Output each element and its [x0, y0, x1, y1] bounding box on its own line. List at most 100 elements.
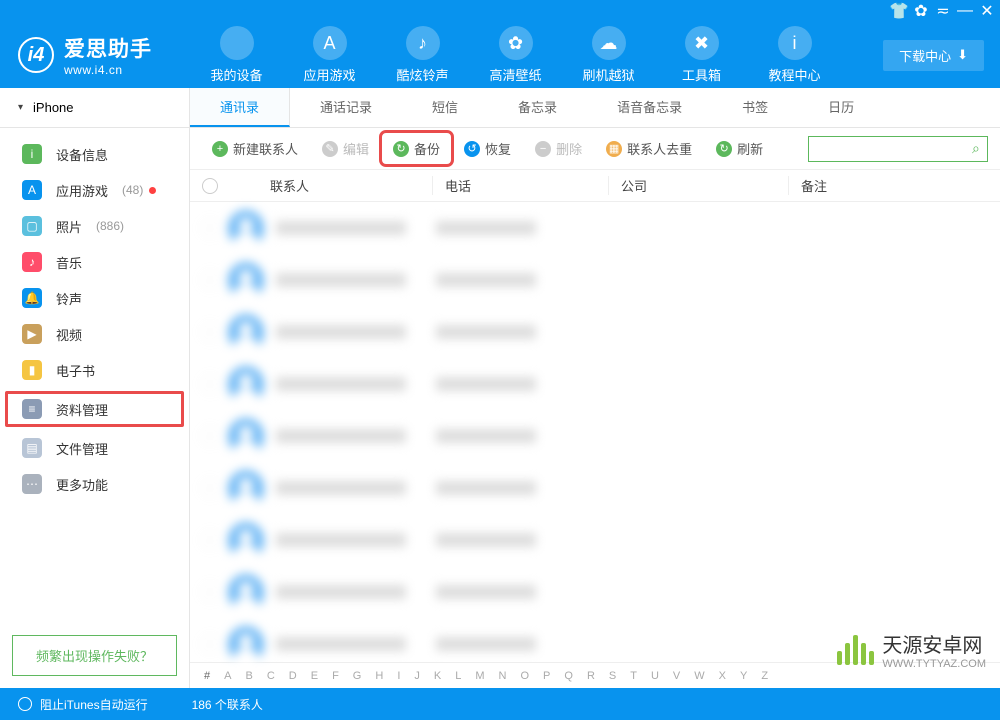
sidebar-item-4[interactable]: 🔔铃声	[0, 280, 189, 316]
tab-0[interactable]: 通讯录	[190, 88, 290, 127]
nav-1[interactable]: A应用游戏	[283, 22, 376, 88]
sidebar-item-8[interactable]: ▤文件管理	[0, 430, 189, 466]
alpha-P[interactable]: P	[543, 670, 550, 682]
table-body	[190, 202, 1000, 662]
alpha-K[interactable]: K	[434, 670, 441, 682]
alpha-G[interactable]: G	[353, 670, 362, 682]
download-icon: ⬇	[957, 47, 968, 63]
col-company[interactable]: 公司	[608, 176, 788, 195]
sidebar-item-7[interactable]: ≡资料管理	[5, 391, 184, 427]
dropdown-icon[interactable]: ≂	[936, 4, 950, 18]
alpha-Y[interactable]: Y	[740, 670, 747, 682]
alpha-N[interactable]: N	[499, 670, 507, 682]
faq-link[interactable]: 频繁出现操作失败？	[12, 635, 177, 676]
notification-dot	[149, 187, 156, 194]
sidebar-item-0[interactable]: i设备信息	[0, 136, 189, 172]
nav-2[interactable]: ♪ 酷炫铃声	[376, 22, 469, 88]
alpha-Q[interactable]: Q	[564, 670, 573, 682]
tab-2[interactable]: 短信	[402, 88, 488, 127]
tool-2[interactable]: ↻备份	[383, 134, 450, 163]
nav-icon: ☁	[592, 26, 626, 60]
alpha-R[interactable]: R	[587, 670, 595, 682]
alpha-M[interactable]: M	[475, 670, 484, 682]
table-row[interactable]	[190, 566, 1000, 618]
sidebar-item-3[interactable]: ♪音乐	[0, 244, 189, 280]
nav-icon: ♪	[406, 26, 440, 60]
sidebar-item-9[interactable]: ⋯更多功能	[0, 466, 189, 502]
search-box[interactable]: ⌕	[808, 136, 988, 162]
row-checkbox[interactable]	[202, 532, 218, 548]
tool-5[interactable]: ▦联系人去重	[596, 134, 702, 163]
sidebar-icon: i	[22, 144, 42, 164]
search-input[interactable]	[817, 142, 972, 156]
alpha-O[interactable]: O	[520, 670, 529, 682]
close-icon[interactable]: ✕	[980, 4, 994, 18]
device-selector[interactable]: iPhone	[0, 88, 189, 128]
tab-1[interactable]: 通话记录	[290, 88, 402, 127]
minimize-icon[interactable]: —	[958, 4, 972, 18]
download-center-button[interactable]: 下载中心 ⬇	[883, 40, 984, 71]
sidebar-item-5[interactable]: ▶视频	[0, 316, 189, 352]
nav-3[interactable]: ✿高清壁纸	[469, 22, 562, 88]
nav-5[interactable]: ✖工具箱	[655, 22, 748, 88]
alpha-X[interactable]: X	[719, 670, 726, 682]
alpha-V[interactable]: V	[673, 670, 680, 682]
gear-icon[interactable]: ✿	[914, 4, 928, 18]
tool-3[interactable]: ↺恢复	[454, 134, 521, 163]
row-checkbox[interactable]	[202, 324, 218, 340]
table-row[interactable]	[190, 410, 1000, 462]
row-checkbox[interactable]	[202, 220, 218, 236]
alpha-S[interactable]: S	[609, 670, 616, 682]
alpha-W[interactable]: W	[694, 670, 704, 682]
avatar	[228, 522, 264, 558]
row-checkbox[interactable]	[202, 636, 218, 652]
tab-5[interactable]: 书签	[712, 88, 798, 127]
alpha-H[interactable]: H	[375, 670, 383, 682]
nav-0[interactable]: 我的设备	[190, 22, 283, 88]
nav-4[interactable]: ☁刷机越狱	[562, 22, 655, 88]
alpha-C[interactable]: C	[267, 670, 275, 682]
table-row[interactable]	[190, 462, 1000, 514]
sidebar-item-2[interactable]: ▢照片(886)	[0, 208, 189, 244]
alpha-#[interactable]: #	[204, 670, 210, 682]
table-row[interactable]	[190, 202, 1000, 254]
row-checkbox[interactable]	[202, 584, 218, 600]
alpha-Z[interactable]: Z	[761, 670, 768, 682]
sidebar-label: 电子书	[56, 361, 95, 380]
sidebar-item-1[interactable]: A应用游戏(48)	[0, 172, 189, 208]
itunes-toggle[interactable]: 阻止iTunes自动运行	[18, 696, 148, 713]
tool-0[interactable]: +新建联系人	[202, 134, 308, 163]
row-checkbox[interactable]	[202, 480, 218, 496]
table-row[interactable]	[190, 358, 1000, 410]
tool-6[interactable]: ↻刷新	[706, 134, 773, 163]
alpha-E[interactable]: E	[311, 670, 318, 682]
select-all-checkbox[interactable]	[202, 178, 218, 194]
table-row[interactable]	[190, 254, 1000, 306]
row-checkbox[interactable]	[202, 272, 218, 288]
col-contact[interactable]: 联系人	[232, 176, 432, 195]
alpha-J[interactable]: J	[414, 670, 420, 682]
col-note[interactable]: 备注	[788, 176, 988, 195]
nav-label: 酷炫铃声	[396, 65, 448, 84]
alpha-U[interactable]: U	[651, 670, 659, 682]
col-phone[interactable]: 电话	[432, 176, 608, 195]
alpha-D[interactable]: D	[289, 670, 297, 682]
tab-6[interactable]: 日历	[798, 88, 884, 127]
alpha-A[interactable]: A	[224, 670, 231, 682]
alpha-B[interactable]: B	[245, 670, 252, 682]
search-icon[interactable]: ⌕	[972, 140, 980, 157]
alpha-F[interactable]: F	[332, 670, 339, 682]
sidebar-item-6[interactable]: ▮电子书	[0, 352, 189, 388]
table-row[interactable]	[190, 306, 1000, 358]
nav-6[interactable]: i教程中心	[748, 22, 841, 88]
download-center-label: 下载中心	[899, 46, 951, 65]
row-checkbox[interactable]	[202, 376, 218, 392]
alpha-T[interactable]: T	[630, 670, 637, 682]
tab-3[interactable]: 备忘录	[488, 88, 587, 127]
alpha-L[interactable]: L	[455, 670, 461, 682]
row-checkbox[interactable]	[202, 428, 218, 444]
tab-4[interactable]: 语音备忘录	[587, 88, 712, 127]
shirt-icon[interactable]: 👕	[892, 4, 906, 18]
alpha-I[interactable]: I	[397, 670, 400, 682]
table-row[interactable]	[190, 514, 1000, 566]
